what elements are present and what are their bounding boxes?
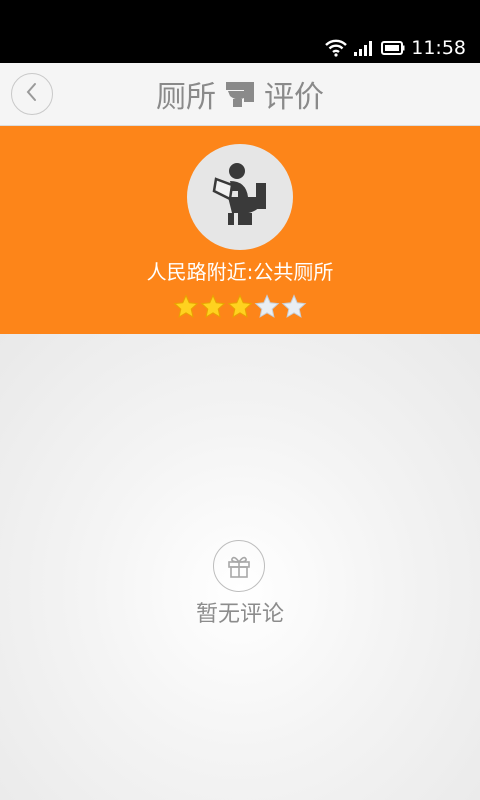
avatar bbox=[187, 144, 293, 250]
star-filled-icon bbox=[200, 294, 226, 320]
toilet-info-panel: 人民路附近:公共厕所 bbox=[0, 126, 480, 334]
page-title: 厕所 评价 bbox=[0, 63, 480, 125]
star-filled-icon bbox=[227, 294, 253, 320]
status-bar: 11:58 bbox=[0, 0, 480, 63]
place-name: 人民路附近:公共厕所 bbox=[146, 260, 334, 284]
star-empty-icon bbox=[254, 294, 280, 320]
empty-state-text: 暂无评论 bbox=[195, 602, 284, 627]
star-empty-icon bbox=[281, 294, 307, 320]
comments-area: 暂无评论 bbox=[0, 334, 480, 800]
star-rating bbox=[0, 294, 480, 320]
gift-icon bbox=[213, 540, 265, 592]
toilet-icon bbox=[224, 78, 256, 110]
title-text-part1: 厕所 bbox=[156, 80, 216, 115]
person-on-toilet-icon bbox=[202, 157, 278, 237]
signal-icon bbox=[353, 39, 375, 57]
battery-icon bbox=[381, 40, 405, 56]
wifi-icon bbox=[325, 39, 348, 57]
status-time: 11:58 bbox=[411, 37, 466, 59]
star-filled-icon bbox=[173, 294, 199, 320]
title-text-part2: 评价 bbox=[264, 80, 324, 115]
status-right: 11:58 bbox=[325, 36, 466, 60]
title-bar: 厕所 评价 bbox=[0, 63, 480, 126]
